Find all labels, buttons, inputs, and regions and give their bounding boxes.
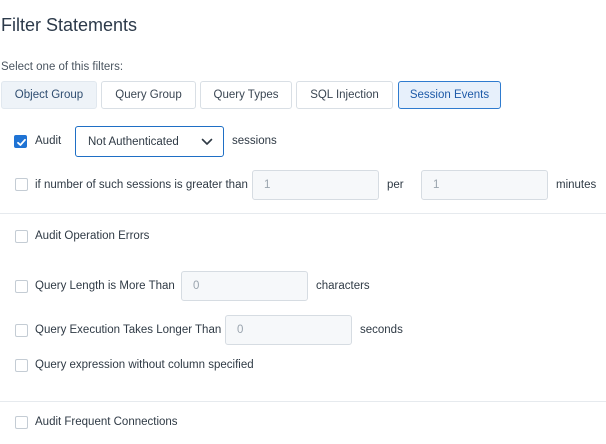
threshold-checkbox[interactable] bbox=[15, 178, 28, 191]
operation-errors-checkbox[interactable] bbox=[15, 230, 28, 243]
query-length-label: Query Length is More Than bbox=[35, 280, 175, 292]
section-divider bbox=[0, 213, 606, 214]
page-title: Filter Statements bbox=[1, 15, 138, 35]
frequent-connections-label: Audit Frequent Connections bbox=[35, 416, 178, 428]
tab-object-group[interactable]: Object Group bbox=[1, 81, 97, 109]
chevron-down-icon bbox=[201, 138, 213, 145]
tab-session-events[interactable]: Session Events bbox=[398, 81, 501, 109]
tab-query-types[interactable]: Query Types bbox=[200, 81, 292, 109]
session-type-dropdown[interactable]: Not Authenticated bbox=[75, 126, 224, 157]
query-length-input[interactable]: 0 bbox=[181, 271, 308, 301]
query-execution-checkbox[interactable] bbox=[15, 324, 28, 337]
tab-sql-injection[interactable]: SQL Injection bbox=[296, 81, 393, 109]
tab-query-group[interactable]: Query Group bbox=[101, 81, 196, 109]
section-divider bbox=[0, 401, 606, 402]
query-execution-input[interactable]: 0 bbox=[225, 315, 352, 345]
check-icon bbox=[17, 138, 26, 146]
session-count-input[interactable]: 1 bbox=[252, 170, 379, 200]
time-window-input[interactable]: 1 bbox=[421, 170, 548, 200]
audit-label: Audit bbox=[35, 135, 62, 147]
characters-label: characters bbox=[316, 280, 370, 292]
session-type-value: Not Authenticated bbox=[88, 135, 179, 148]
frequent-connections-checkbox[interactable] bbox=[15, 416, 28, 429]
filter-instructions: Select one of this filters: bbox=[1, 61, 124, 73]
audit-checkbox[interactable] bbox=[14, 135, 27, 148]
minutes-label: minutes bbox=[556, 179, 597, 191]
no-column-checkbox[interactable] bbox=[15, 359, 28, 372]
sessions-label: sessions bbox=[232, 135, 277, 147]
operation-errors-label: Audit Operation Errors bbox=[35, 230, 150, 242]
per-label: per bbox=[387, 179, 404, 191]
threshold-label: if number of such sessions is greater th… bbox=[35, 179, 248, 191]
seconds-label: seconds bbox=[360, 324, 403, 336]
no-column-label: Query expression without column specifie… bbox=[35, 359, 254, 371]
query-execution-label: Query Execution Takes Longer Than bbox=[35, 324, 222, 336]
query-length-checkbox[interactable] bbox=[15, 280, 28, 293]
